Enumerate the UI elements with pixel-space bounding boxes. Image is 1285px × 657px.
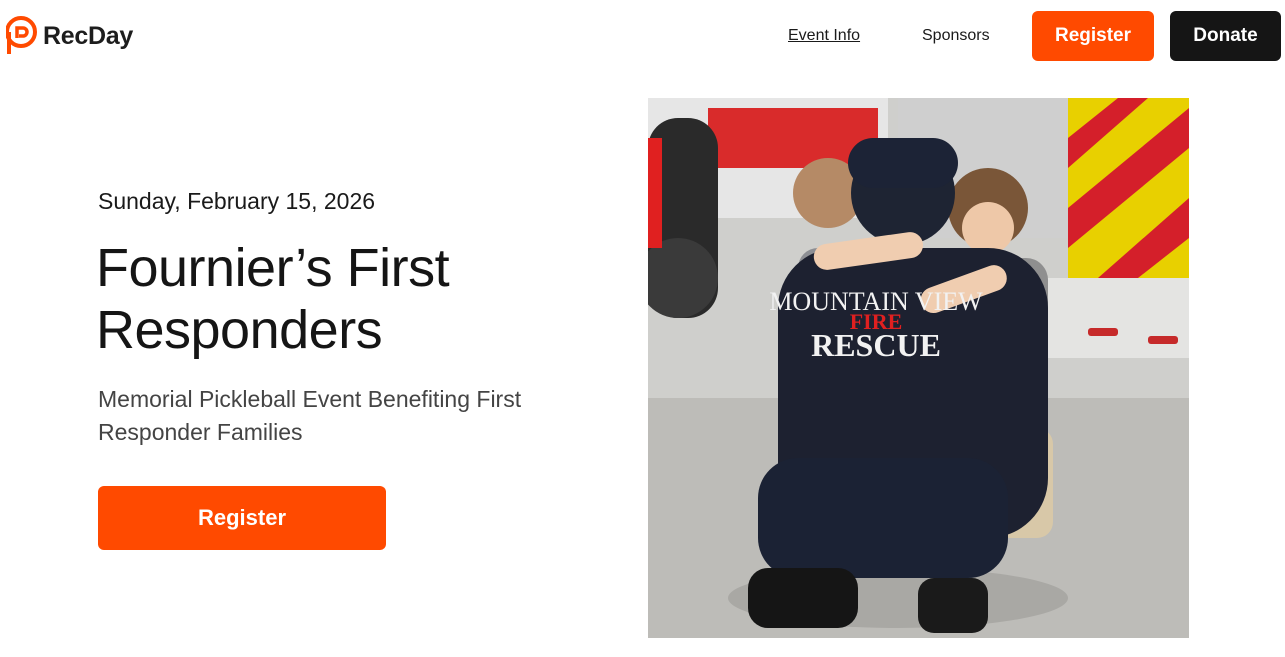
header-register-button[interactable]: Register	[1032, 11, 1154, 61]
hero-register-button[interactable]: Register	[98, 486, 386, 550]
recday-logo-icon	[6, 16, 37, 54]
page-title: Fournier’s First Responders	[96, 238, 450, 360]
shirt-text-line3: RESCUE	[811, 327, 941, 363]
nav-link-sponsors[interactable]: Sponsors	[922, 27, 990, 45]
firefighter-hug-photo: MOUNTAIN VIEW FIRE RESCUE	[648, 98, 1189, 638]
site-header: RecDay Event Info Sponsors Register Dona…	[0, 0, 1285, 72]
event-date: Sunday, February 15, 2026	[98, 188, 376, 214]
donate-button[interactable]: Donate	[1170, 11, 1281, 61]
nav-link-event-info[interactable]: Event Info	[788, 27, 860, 45]
logo[interactable]: RecDay	[6, 16, 133, 56]
hero-photo: MOUNTAIN VIEW FIRE RESCUE	[648, 98, 1189, 638]
logo-text: RecDay	[43, 21, 133, 50]
page-subtitle: Memorial Pickleball Event Benefiting Fir…	[98, 386, 522, 445]
